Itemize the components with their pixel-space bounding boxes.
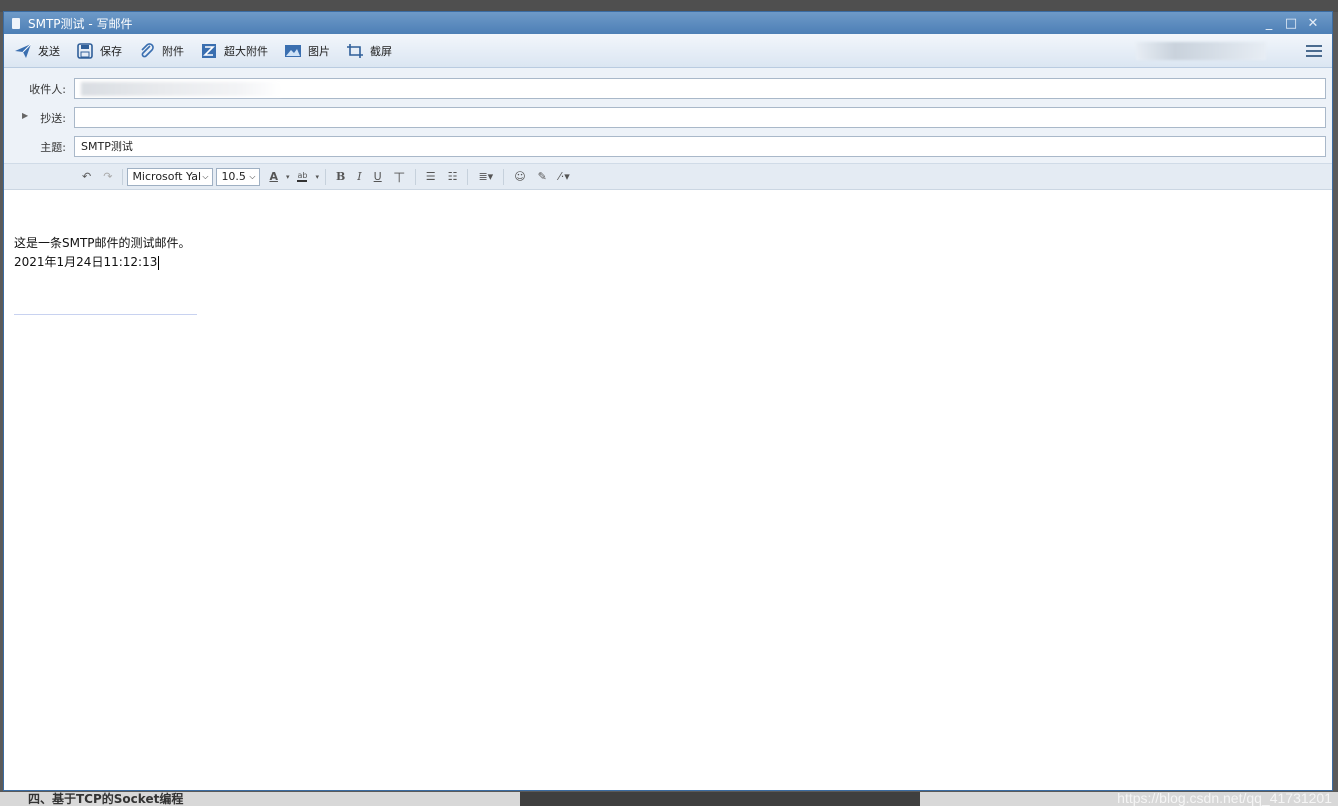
emoji-icon[interactable]: ☺ [514, 170, 525, 183]
send-label: 发送 [38, 44, 60, 58]
header-fields: 收件人: ▶ 抄送: 主题: SMTP测试 [4, 68, 1332, 164]
redo-icon[interactable]: ↷ [103, 170, 112, 183]
attach-button[interactable]: 附件 [138, 42, 184, 60]
account-blurred [1136, 41, 1266, 60]
screenshot-button[interactable]: 截屏 [346, 42, 392, 60]
separator [503, 168, 505, 185]
size-value: 10.5 [221, 170, 246, 183]
background-table [520, 792, 920, 806]
to-row: 收件人: [10, 74, 1326, 103]
attach-label: 附件 [162, 44, 184, 58]
cc-row: ▶ 抄送: [10, 103, 1326, 132]
magic-wand-icon[interactable]: ⁄·▾ [559, 170, 570, 183]
large-attachment-label: 超大附件 [224, 44, 268, 58]
numbered-list-icon[interactable]: ☷ [448, 170, 458, 183]
highlight-icon[interactable]: ab [297, 171, 308, 182]
paperclip-icon [138, 42, 156, 60]
dropdown-icon[interactable]: ▾ [315, 173, 319, 181]
menu-icon[interactable] [1306, 44, 1322, 58]
dropdown-icon[interactable]: ▾ [286, 173, 290, 181]
undo-icon[interactable]: ↶ [82, 170, 91, 183]
close-button[interactable]: ✕ [1302, 16, 1324, 31]
watermark: https://blog.csdn.net/qq_41731201 [1117, 792, 1332, 806]
italic-icon[interactable]: I [357, 170, 361, 183]
screenshot-label: 截屏 [370, 44, 392, 58]
chevron-down-icon: ⌵ [202, 171, 209, 181]
underline-icon[interactable]: U [374, 170, 382, 183]
desktop-background-bottom: 四、基于TCP的Socket编程 https://blog.csdn.net/q… [0, 792, 1338, 806]
bullet-list-icon[interactable]: ☰ [426, 170, 436, 183]
recipient-blurred [81, 82, 281, 96]
save-button[interactable]: 保存 [76, 42, 122, 60]
send-button[interactable]: 发送 [14, 42, 60, 60]
message-body[interactable]: 这是一条SMTP邮件的测试邮件。 2021年1月24日11:12:13 [4, 190, 1332, 315]
separator [122, 168, 124, 185]
body-line-2: 2021年1月24日11:12:13 [14, 255, 160, 270]
separator [467, 168, 469, 185]
subject-field[interactable]: SMTP测试 [74, 136, 1326, 157]
document-icon [12, 17, 20, 29]
cc-field[interactable] [74, 107, 1326, 128]
chevron-down-icon: ⌵ [249, 171, 256, 181]
subject-label: 主题: [40, 140, 66, 154]
to-field[interactable] [74, 78, 1326, 99]
body-line-1: 这是一条SMTP邮件的测试邮件。 [14, 236, 191, 250]
separator [414, 168, 416, 185]
strikethrough-icon[interactable]: 丅 [394, 169, 405, 185]
font-color-icon[interactable]: A [269, 170, 278, 183]
bold-icon[interactable]: B [336, 170, 345, 183]
screenshot-icon [346, 42, 364, 60]
save-label: 保存 [100, 44, 122, 58]
main-toolbar: 发送 保存 附件 超大附件 图片 截屏 [4, 34, 1332, 68]
font-select[interactable]: Microsoft Yal ⌵ [127, 167, 214, 186]
image-icon [284, 42, 302, 60]
background-text: 四、基于TCP的Socket编程 [28, 792, 184, 806]
window-title: SMTP测试 - 写邮件 [28, 16, 133, 31]
format-brush-icon[interactable]: ✎ [538, 170, 547, 183]
subject-row: 主题: SMTP测试 [10, 132, 1326, 161]
compose-window: SMTP测试 - 写邮件 _ □ ✕ 发送 保存 附件 超大附件 图片 截屏 收… [3, 11, 1333, 791]
expand-arrow-icon[interactable]: ▶ [22, 111, 28, 120]
save-icon [76, 42, 94, 60]
separator [324, 168, 326, 185]
text-caret [158, 255, 160, 270]
image-label: 图片 [308, 44, 330, 58]
cc-label[interactable]: ▶ 抄送: [10, 110, 74, 126]
font-value: Microsoft Yal [132, 170, 201, 183]
to-label: 收件人: [29, 82, 66, 96]
maximize-button[interactable]: □ [1280, 16, 1302, 31]
minimize-button[interactable]: _ [1258, 16, 1280, 31]
signature-divider [14, 314, 197, 315]
size-select[interactable]: 10.5 ⌵ [216, 167, 261, 186]
send-icon [14, 42, 32, 60]
format-toolbar: ↶ ↷ Microsoft Yal ⌵ 10.5 ⌵ A ▾ ab ▾ B I … [4, 164, 1332, 190]
large-attachment-icon [200, 42, 218, 60]
title-bar: SMTP测试 - 写邮件 _ □ ✕ [4, 12, 1332, 34]
image-button[interactable]: 图片 [284, 42, 330, 60]
align-icon[interactable]: ≣▾ [478, 170, 493, 183]
large-attachment-button[interactable]: 超大附件 [200, 42, 268, 60]
